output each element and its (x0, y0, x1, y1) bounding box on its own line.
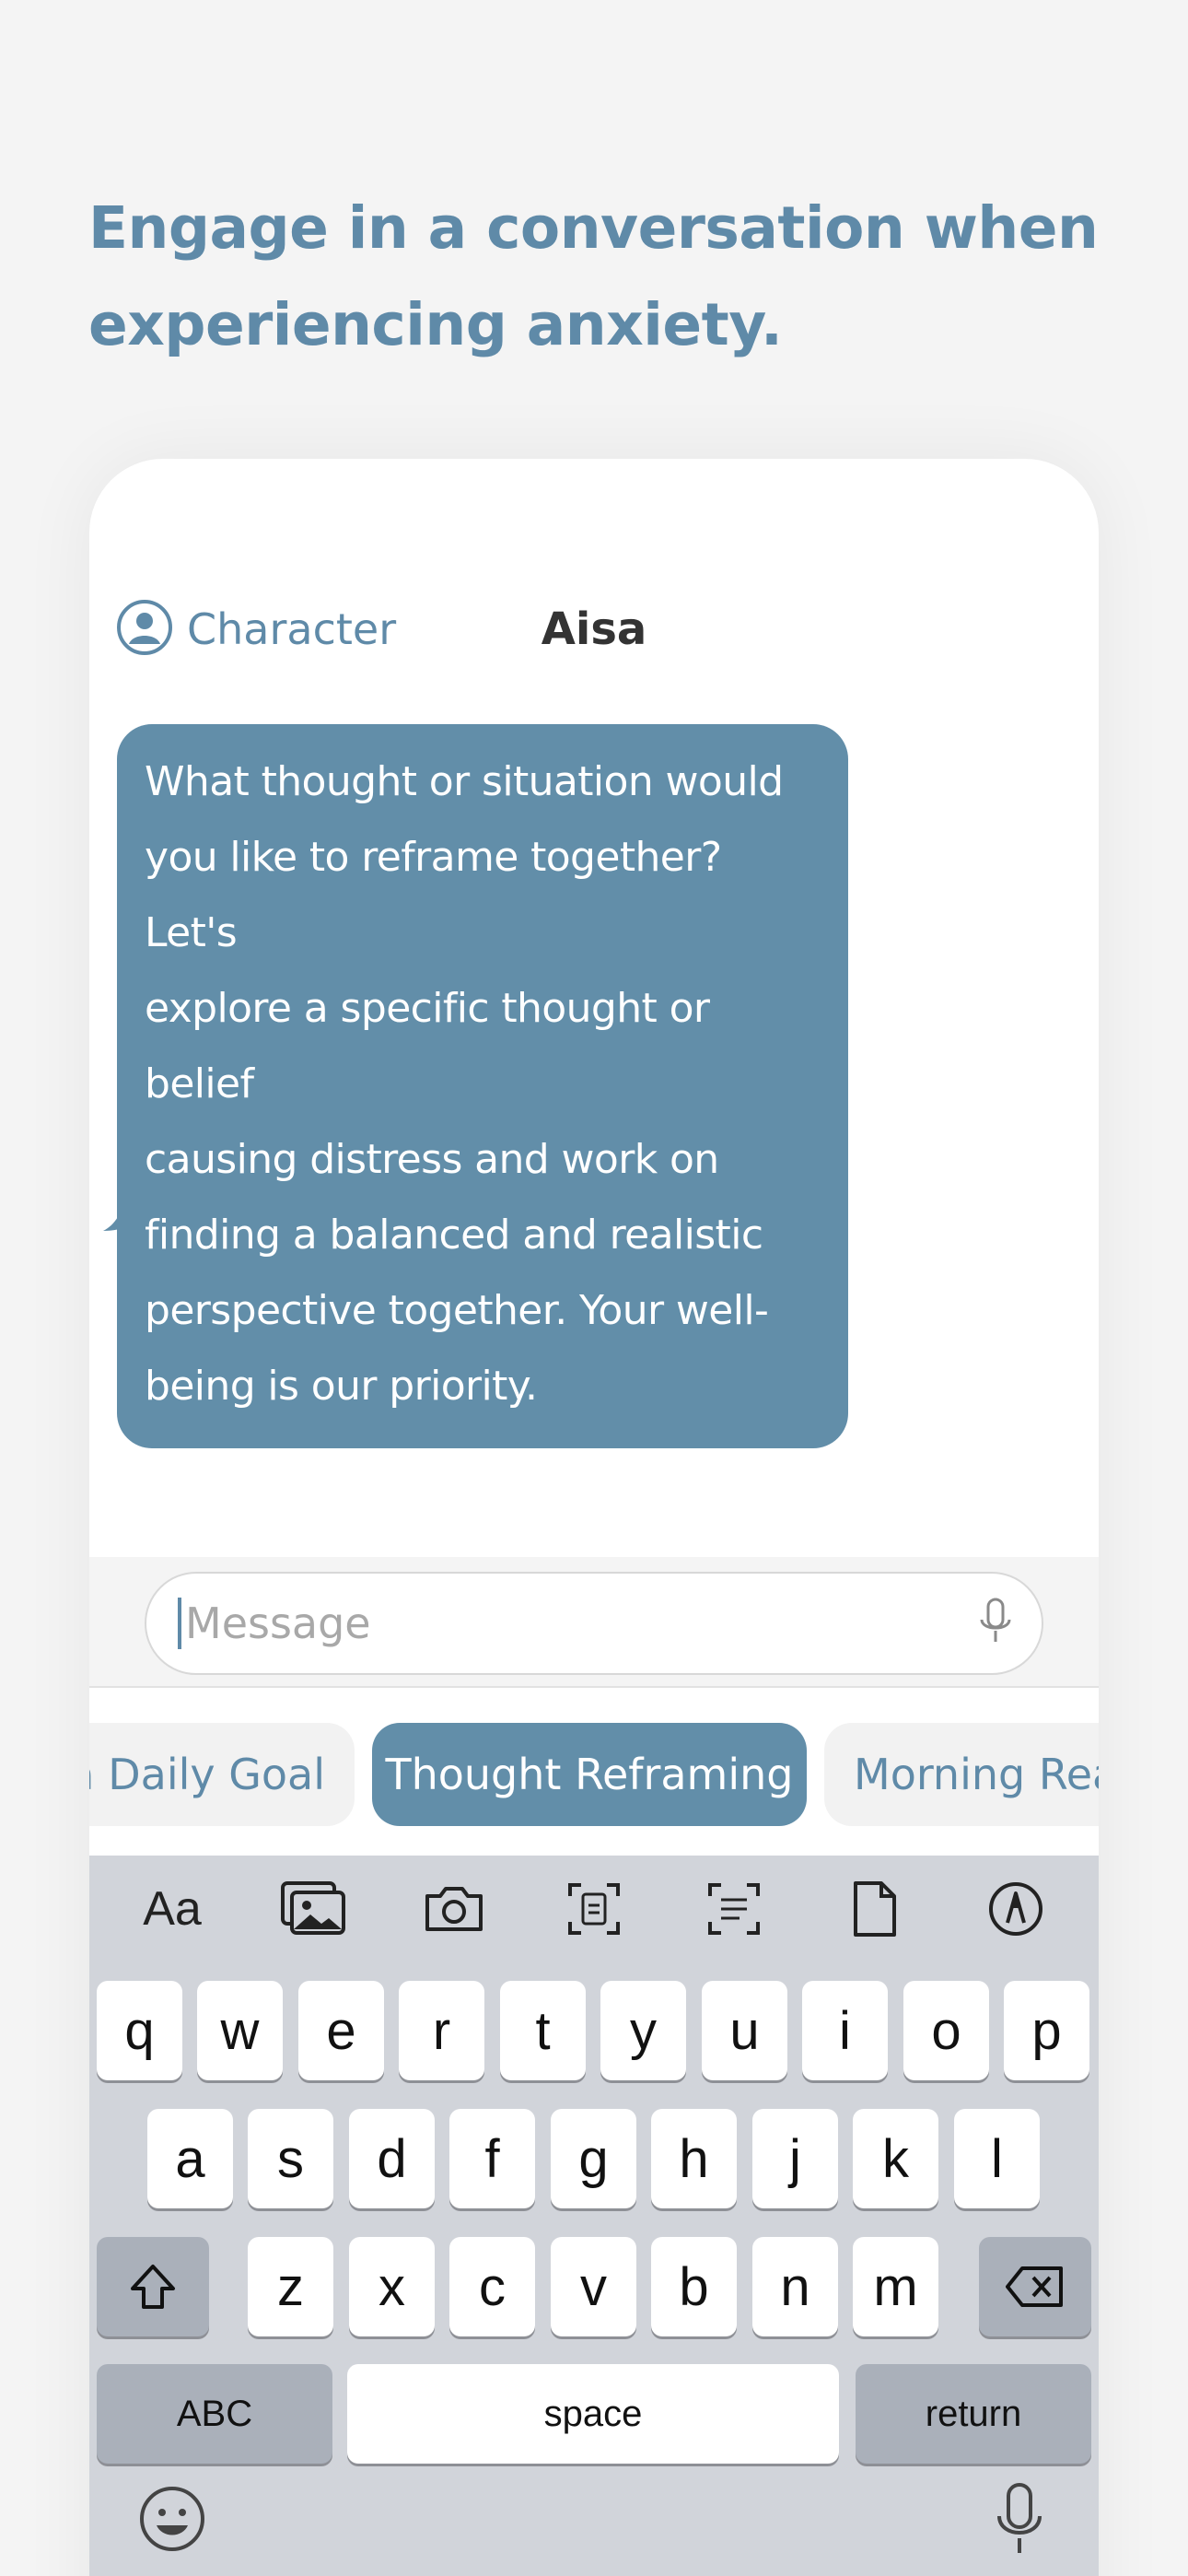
key-y[interactable]: y (600, 1981, 686, 2080)
key-k[interactable]: k (853, 2109, 938, 2208)
key-d[interactable]: d (349, 2109, 435, 2208)
scan-document-icon[interactable] (557, 1876, 631, 1942)
key-t[interactable]: t (500, 1981, 586, 2080)
key-p[interactable]: p (1004, 1981, 1089, 2080)
delete-key[interactable] (979, 2237, 1091, 2336)
message-line: explore a specific thought or belief (145, 985, 710, 1107)
shift-arrow-icon (131, 2265, 175, 2309)
microphone-icon[interactable] (977, 1596, 1014, 1652)
chip-thought-reframing[interactable]: Thought Reframing (372, 1723, 807, 1826)
dictation-microphone-icon[interactable] (983, 2478, 1056, 2561)
key-q[interactable]: q (97, 1981, 182, 2080)
key-i[interactable]: i (802, 1981, 888, 2080)
key-f[interactable]: f (449, 2109, 535, 2208)
key-s[interactable]: s (248, 2109, 333, 2208)
key-j[interactable]: j (752, 2109, 838, 2208)
key-n[interactable]: n (752, 2237, 838, 2336)
key-r[interactable]: r (399, 1981, 484, 2080)
keyboard-toolbar: Aa (89, 1856, 1099, 1962)
key-c[interactable]: c (449, 2237, 535, 2336)
key-v[interactable]: v (551, 2237, 636, 2336)
emoji-icon[interactable] (135, 2482, 209, 2556)
suggestion-chips: a Daily Goal Thought Reframing Morning R… (89, 1690, 1099, 1856)
delete-backspace-icon (1006, 2266, 1063, 2307)
assistant-message-bubble: What thought or situation would you like… (117, 724, 848, 1448)
key-u[interactable]: u (702, 1981, 787, 2080)
message-line: causing distress and work on (145, 1136, 719, 1183)
markup-icon[interactable] (979, 1876, 1053, 1942)
key-a[interactable]: a (147, 2109, 233, 2208)
key-g[interactable]: g (551, 2109, 636, 2208)
text-format-button[interactable]: Aa (135, 1876, 209, 1942)
key-b[interactable]: b (651, 2237, 737, 2336)
page-headline: Engage in a conversation when experienci… (88, 194, 1099, 358)
document-icon[interactable] (838, 1876, 912, 1942)
photo-library-icon[interactable] (276, 1876, 350, 1942)
scan-text-icon[interactable] (697, 1876, 771, 1942)
key-h[interactable]: h (651, 2109, 737, 2208)
key-o[interactable]: o (903, 1981, 989, 2080)
message-line: being is our priority. (145, 1363, 538, 1410)
message-placeholder: Message (185, 1598, 371, 1648)
key-m[interactable]: m (853, 2237, 938, 2336)
text-format-label: Aa (143, 1882, 202, 1936)
abc-key[interactable]: ABC (97, 2364, 332, 2464)
key-x[interactable]: x (349, 2237, 435, 2336)
message-composer: Message (89, 1557, 1099, 1688)
message-line: perspective together. Your well- (145, 1287, 769, 1334)
key-l[interactable]: l (954, 2109, 1040, 2208)
message-line: What thought or situation would (145, 758, 784, 805)
chat-header: Character Aisa (89, 579, 1099, 680)
chat-title: Aisa (541, 603, 647, 655)
phone-frame: Character Aisa What thought or situation… (89, 459, 1099, 2576)
return-key[interactable]: return (856, 2364, 1091, 2464)
shift-key[interactable] (97, 2237, 209, 2336)
keyboard: Aa q w e r t y u i o p a s d f g h j k l… (89, 1856, 1099, 2576)
message-input[interactable]: Message (145, 1572, 1043, 1675)
message-line: you like to reframe together? Let's (145, 834, 722, 956)
camera-icon[interactable] (417, 1876, 491, 1942)
message-line: finding a balanced and realistic (145, 1212, 763, 1259)
space-key[interactable]: space (347, 2364, 839, 2464)
chip-morning-reflection[interactable]: Morning Rea (824, 1723, 1099, 1826)
text-caret (178, 1598, 181, 1649)
key-w[interactable]: w (197, 1981, 283, 2080)
key-z[interactable]: z (248, 2237, 333, 2336)
key-e[interactable]: e (298, 1981, 384, 2080)
chip-daily-goal[interactable]: a Daily Goal (89, 1723, 355, 1826)
